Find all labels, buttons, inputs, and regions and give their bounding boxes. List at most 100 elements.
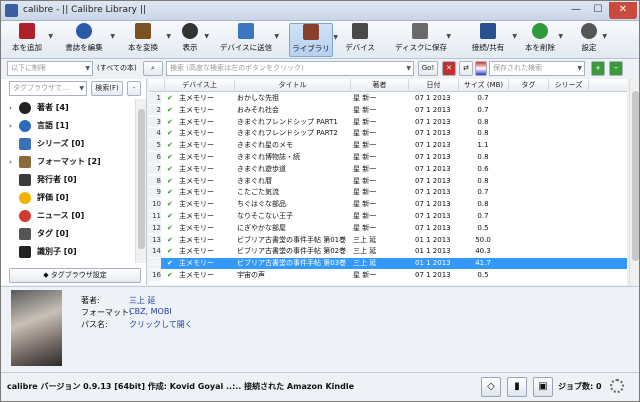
cell-date: 07 1 2013	[415, 200, 451, 209]
table-row[interactable]: 4 ✔ 主メモリー きまぐれフレンドシップ PART2 星 新一 07 1 2013 0.8	[149, 128, 627, 139]
add-book-button[interactable]: 本を追加 ▼	[7, 23, 53, 57]
table-row[interactable]: 1 ✔ 主メモリー おかしな先祖 星 新一 07 1 2013 0.7	[149, 93, 627, 104]
table-row[interactable]: 12 ✔ 主メモリー にぎやかな部屋 星 新一 07 1 2013 0.5	[149, 222, 627, 234]
column-header[interactable]: デバイス上	[165, 79, 235, 92]
saved-search-combo[interactable]: 保存された検索 ▼	[489, 61, 585, 76]
highlight-toggle-icon[interactable]	[475, 61, 487, 76]
jobs-count[interactable]: ジョブ数: 0	[558, 381, 602, 392]
table-row[interactable]: 8 ✔ 主メモリー きまぐれ暦 星 新一 07 1 2013 0.8	[149, 175, 627, 187]
column-header[interactable]: 著者	[351, 79, 409, 92]
remove-book-button[interactable]: 本を削除 ▼	[523, 23, 563, 57]
tag-node-label: フォーマット [2]	[37, 157, 101, 166]
send-to-device-button[interactable]: デバイスに送信 ▼	[219, 23, 279, 57]
on-device-check-icon: ✔	[167, 94, 173, 102]
author-link[interactable]: 三上 延	[129, 295, 156, 306]
library-button[interactable]: ライブラリ ▼	[289, 23, 338, 57]
book-list-scrollbar[interactable]	[629, 79, 639, 285]
tag-collapse-button[interactable]: -	[127, 81, 141, 96]
toolbar-label: 本を追加	[12, 43, 42, 52]
chevron-down-icon[interactable]: ▼	[333, 34, 338, 41]
convert-book-button[interactable]: 本を変換 ▼	[121, 23, 171, 57]
view-button[interactable]: 表示 ▼	[177, 23, 209, 57]
scrollbar-thumb[interactable]	[632, 91, 639, 261]
expand-arrow-icon[interactable]: ›	[9, 153, 12, 171]
toolbar-label: 表示	[182, 43, 198, 52]
book-cover-image[interactable]	[11, 290, 62, 366]
toolbar-label: デバイスに送信	[219, 43, 273, 52]
book-details-toggle-icon[interactable]: ▮	[507, 377, 527, 397]
tag-browser-toggle-icon[interactable]: ◇	[481, 377, 501, 397]
table-row[interactable]: 14 ✔ 主メモリー ビブリア古書堂の事件手帖 第02巻 三上 延 01 1 2013 40…	[149, 246, 627, 257]
on-device-check-icon: ✔	[167, 188, 173, 197]
chevron-down-icon[interactable]: ▼	[446, 33, 451, 40]
cell-size: 41.7	[475, 259, 491, 268]
tag-browser-scrollbar[interactable]	[135, 99, 146, 263]
copy-search-icon[interactable]: ⇄	[459, 61, 473, 76]
toolbar-label: 本を削除	[525, 43, 555, 52]
chevron-down-icon[interactable]: ▼	[558, 33, 563, 40]
all-books-label: (すべての本)	[97, 64, 137, 72]
column-header[interactable]: 日付	[409, 79, 459, 92]
clear-search-icon[interactable]: ✕	[442, 61, 456, 76]
table-row[interactable]: 10 ✔ 主メモリー ちぐはぐな部品 星 新一 07 1 2013 0.8	[149, 199, 627, 210]
table-row[interactable]: 9 ✔ 主メモリー こたごた気流 星 新一 07 1 2013 0.7	[149, 187, 627, 198]
column-header[interactable]: シリーズ	[549, 79, 589, 92]
table-row[interactable]: 6 ✔ 主メモリー きまぐれ博物誌・続 星 新一 07 1 2013 0.8	[149, 152, 627, 163]
cell-date: 01 1 2013	[415, 247, 451, 256]
table-row[interactable]: 16 ✔ 主メモリー 宇宙の声 星 新一 07 1 2013 0.5	[149, 270, 627, 281]
path-link[interactable]: クリックして開く	[129, 319, 193, 330]
chevron-down-icon[interactable]: ▼	[166, 33, 171, 40]
chevron-down-icon[interactable]: ▼	[110, 33, 115, 40]
delete-search-icon[interactable]: −	[609, 61, 623, 76]
scrollbar-thumb[interactable]	[138, 109, 145, 249]
table-row[interactable]: 11 ✔ 主メモリー なりそこない王子 星 新一 07 1 2013 0.7	[149, 211, 627, 222]
format-link[interactable]: CBZ, MOBI	[129, 307, 172, 316]
expand-arrow-icon[interactable]: ›	[9, 99, 12, 117]
preferences-button[interactable]: 設定 ▼	[577, 23, 607, 57]
tag-browser-find-input[interactable]: タグブラウザで… ▼	[9, 81, 87, 96]
cell-device: 主メモリー	[179, 235, 214, 244]
chevron-down-icon[interactable]: ▼	[48, 33, 53, 40]
save-search-icon[interactable]: +	[591, 61, 605, 76]
table-row[interactable]: 2 ✔ 主メモリー おみそれ社会 星 新一 07 1 2013 0.7	[149, 104, 627, 116]
format-icon	[19, 156, 31, 168]
edit-metadata-button[interactable]: 書誌を編集 ▼	[59, 23, 115, 57]
connect-share-button[interactable]: 接続/共有 ▼	[465, 23, 517, 57]
tag-browser-configure-button[interactable]: ◆ タグブラウザ設定	[9, 268, 141, 283]
tag-find-button[interactable]: 検索(F)	[91, 81, 123, 96]
cell-author: 星 新一	[353, 94, 377, 102]
column-header[interactable]: タグ	[509, 79, 549, 92]
advanced-search-icon[interactable]: ⌕	[143, 61, 163, 76]
convert-book-icon	[135, 23, 151, 39]
search-input[interactable]: 検索 (高度な検索は左のボタンをクリック) ▼	[166, 61, 414, 76]
on-device-check-icon: ✔	[167, 223, 173, 232]
cell-date: 07 1 2013	[415, 94, 451, 102]
chevron-down-icon: ▼	[406, 65, 411, 72]
column-header[interactable]: サイズ (MB)	[459, 79, 509, 92]
cover-grid-toggle-icon[interactable]: ▣	[533, 377, 553, 397]
table-row[interactable]: 5 ✔ 主メモリー きまぐれ星のメモ 星 新一 07 1 2013 1.1	[149, 140, 627, 151]
table-row[interactable]: 7 ✔ 主メモリー きまぐれ遊歩道 星 新一 07 1 2013 0.6	[149, 163, 627, 175]
go-button[interactable]: Go!	[418, 61, 438, 76]
chevron-down-icon[interactable]: ▼	[204, 33, 209, 40]
cell-device: 主メモリー	[179, 176, 214, 185]
maximize-button[interactable]: ☐	[587, 2, 609, 19]
table-row[interactable]: 15 ✔ 主メモリー ビブリア古書堂の事件手帖 第03巻 三上 延 01 1 2013 41…	[149, 258, 627, 269]
rating-icon	[19, 192, 31, 204]
save-to-disk-button[interactable]: ディスクに保存 ▼	[395, 23, 451, 57]
table-row[interactable]: 3 ✔ 主メモリー きまぐれフレンドシップ PART1 星 新一 07 1 2013 0.8	[149, 116, 627, 128]
column-header[interactable]: タイトル	[235, 79, 351, 92]
chevron-down-icon[interactable]: ▼	[512, 33, 517, 40]
language-icon	[19, 120, 31, 132]
device-button[interactable]: デバイス	[345, 23, 375, 57]
book-list[interactable]: デバイス上 タイトル 著者 日付 サイズ (MB) タグ シリーズ 1 ✔ 主メモリ…	[149, 79, 627, 285]
restrict-combo[interactable]: 以下に制限 ▼	[7, 61, 93, 76]
table-row[interactable]: 13 ✔ 主メモリー ビブリア古書堂の事件手帖 第01巻 三上 延 01 1 2013 50…	[149, 234, 627, 246]
minimize-button[interactable]: —	[565, 2, 587, 19]
close-button[interactable]: ✕	[609, 2, 637, 19]
chevron-down-icon[interactable]: ▼	[602, 33, 607, 40]
chevron-down-icon[interactable]: ▼	[274, 33, 279, 40]
cell-author: 星 新一	[353, 176, 377, 185]
cell-title: こたごた気流	[237, 188, 279, 197]
expand-arrow-icon[interactable]: ›	[9, 117, 12, 135]
